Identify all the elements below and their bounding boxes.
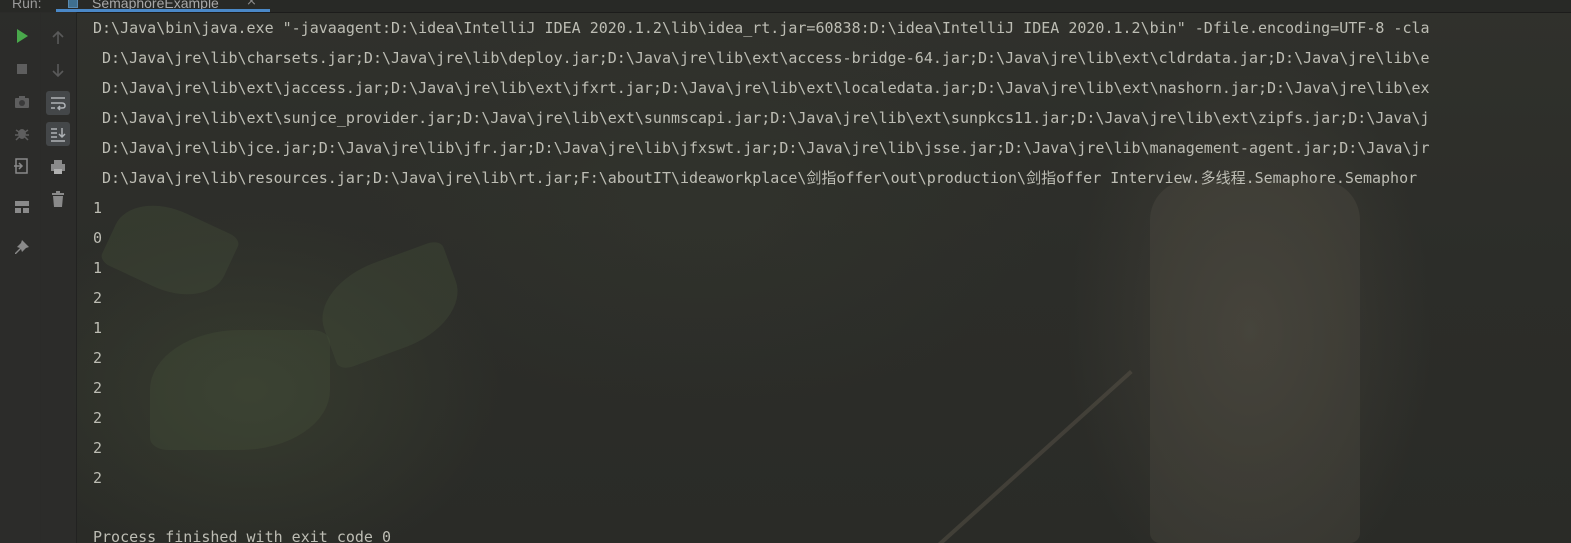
console-line: D:\Java\jre\lib\jce.jar;D:\Java\jre\lib\… (93, 139, 1430, 157)
console-line: 1 (93, 199, 103, 217)
run-tool-window: Run: SemaphoreExample × D:\Java\bin\java… (0, 0, 1571, 543)
console-line: 0 (93, 229, 103, 247)
trash-icon (52, 191, 64, 207)
tab-semaphore-example[interactable]: SemaphoreExample × (56, 0, 270, 12)
stop-icon (17, 64, 27, 74)
soft-wrap-toggle[interactable] (46, 91, 70, 115)
soft-wrap-icon (51, 97, 66, 111)
previous-occurrence-button[interactable] (46, 26, 70, 50)
pin-tab-button[interactable] (10, 236, 34, 260)
exit-button[interactable] (10, 154, 34, 178)
scroll-to-end-toggle[interactable] (46, 122, 70, 146)
layout-button[interactable] (10, 195, 34, 219)
clear-all-button[interactable] (46, 187, 70, 211)
console-line: 2 (93, 349, 103, 367)
console-line: D:\Java\jre\lib\ext\sunjce_provider.jar;… (93, 109, 1430, 127)
console-output[interactable]: D:\Java\bin\java.exe "-javaagent:D:\idea… (77, 12, 1571, 543)
console-line: 1 (93, 259, 103, 277)
process-exit-message: Process finished with exit code 0 (93, 528, 392, 543)
console-line: 2 (93, 469, 103, 487)
debug-button[interactable] (10, 121, 34, 145)
run-label: Run: (12, 0, 42, 11)
next-occurrence-button[interactable] (46, 58, 70, 82)
console-line: 2 (93, 439, 103, 457)
down-arrow-icon (52, 64, 64, 78)
up-arrow-icon (52, 30, 64, 44)
exit-icon (14, 158, 28, 174)
console-actions-toolbar (40, 12, 77, 543)
console-line: D:\Java\jre\lib\resources.jar;D:\Java\jr… (93, 169, 1418, 187)
scroll-to-end-icon (51, 128, 66, 142)
console-line: 2 (93, 379, 103, 397)
stop-button[interactable] (10, 57, 34, 81)
console-line: D:\Java\jre\lib\ext\jaccess.jar;D:\Java\… (93, 79, 1430, 97)
print-button[interactable] (46, 155, 70, 179)
layout-icon (15, 201, 29, 213)
application-icon (68, 0, 78, 8)
run-icon (17, 29, 28, 43)
console-line: 2 (93, 409, 103, 427)
pin-icon (15, 240, 29, 254)
camera-icon (15, 96, 29, 108)
dump-threads-button[interactable] (10, 90, 34, 114)
print-icon (51, 160, 65, 174)
console-line: 2 (93, 289, 103, 307)
close-icon[interactable]: × (246, 0, 257, 9)
console-line: 1 (93, 319, 103, 337)
console-line: D:\Java\jre\lib\charsets.jar;D:\Java\jre… (93, 49, 1430, 67)
debug-icon (15, 129, 29, 141)
console-line: D:\Java\bin\java.exe "-javaagent:D:\idea… (93, 19, 1430, 37)
rerun-button[interactable] (10, 24, 34, 48)
run-actions-toolbar (0, 12, 41, 543)
